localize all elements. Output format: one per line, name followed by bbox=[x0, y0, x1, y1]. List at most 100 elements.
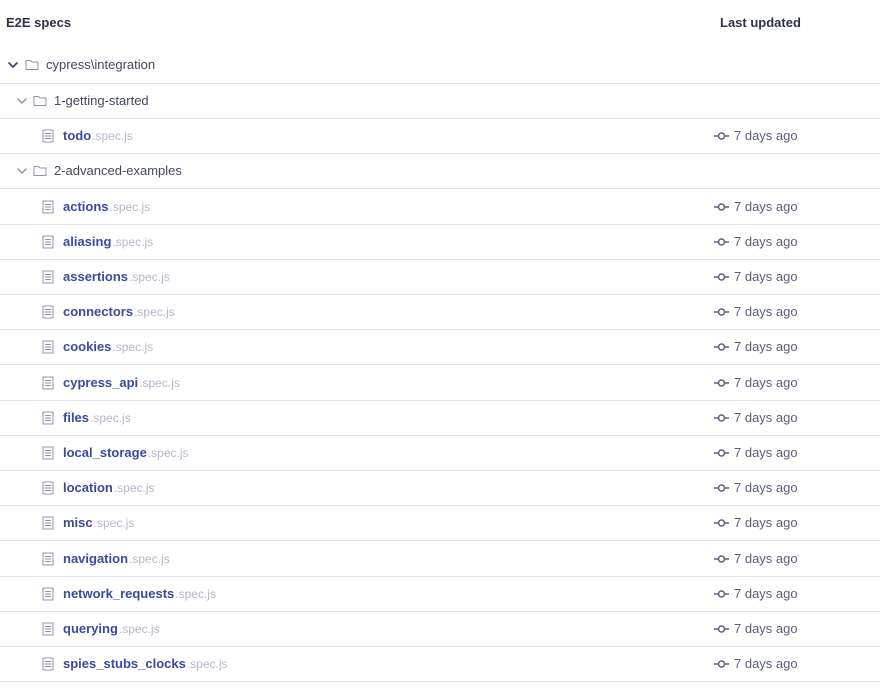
spec-row[interactable]: spies_stubs_clocks.spec.js 7 days ago bbox=[0, 647, 880, 682]
last-updated-cell: 7 days ago bbox=[714, 199, 798, 214]
spec-file-extension: .spec.js bbox=[112, 340, 154, 354]
spec-file-extension: .spec.js bbox=[113, 481, 155, 495]
spec-file-link[interactable]: navigation.spec.js bbox=[63, 551, 170, 566]
last-updated-column-header: Last updated bbox=[720, 15, 801, 30]
spec-file-link[interactable]: location.spec.js bbox=[63, 480, 155, 495]
last-updated-text: 7 days ago bbox=[734, 234, 798, 249]
chevron-down-icon[interactable] bbox=[6, 58, 20, 72]
spec-row[interactable]: assertions.spec.js 7 days ago bbox=[0, 260, 880, 295]
last-updated-cell: 7 days ago bbox=[714, 515, 798, 530]
spec-file-link[interactable]: todo.spec.js bbox=[63, 128, 133, 143]
spec-file-extension: .spec.js bbox=[139, 376, 180, 390]
last-updated-cell: 7 days ago bbox=[714, 445, 798, 460]
spec-row[interactable]: querying.spec.js 7 days ago bbox=[0, 612, 880, 647]
spec-row[interactable]: aliasing.spec.js 7 days ago bbox=[0, 225, 880, 260]
git-commit-icon bbox=[714, 237, 729, 246]
last-updated-cell: 7 days ago bbox=[714, 375, 798, 390]
spec-file-extension: .spec.js bbox=[175, 587, 216, 601]
spec-row[interactable]: local_storage.spec.js 7 days ago bbox=[0, 436, 880, 471]
git-commit-icon bbox=[714, 413, 729, 422]
last-updated-cell: 7 days ago bbox=[714, 410, 798, 425]
last-updated-cell: 7 days ago bbox=[714, 304, 798, 319]
spec-file-link[interactable]: querying.spec.js bbox=[63, 621, 160, 636]
spec-file-name: cookies bbox=[63, 339, 112, 354]
last-updated-cell: 7 days ago bbox=[714, 269, 798, 284]
spec-row[interactable]: todo.spec.js 7 days ago bbox=[0, 119, 880, 154]
last-updated-text: 7 days ago bbox=[734, 656, 798, 671]
document-icon bbox=[42, 305, 54, 319]
document-icon bbox=[42, 516, 54, 530]
git-commit-icon bbox=[714, 378, 729, 387]
git-commit-icon bbox=[714, 342, 729, 351]
spec-file-extension: .spec.js bbox=[147, 446, 189, 460]
git-commit-icon bbox=[714, 589, 729, 598]
spec-row[interactable]: actions.spec.js 7 days ago bbox=[0, 190, 880, 225]
page-title: E2E specs bbox=[6, 15, 72, 30]
git-commit-icon bbox=[714, 202, 729, 211]
spec-file-name: querying bbox=[63, 621, 118, 636]
last-updated-cell: 7 days ago bbox=[714, 621, 798, 636]
spec-file-link[interactable]: actions.spec.js bbox=[63, 199, 150, 214]
document-icon bbox=[42, 657, 54, 671]
document-icon bbox=[42, 587, 54, 601]
folder-icon bbox=[33, 166, 47, 176]
spec-file-extension: .spec.js bbox=[93, 516, 135, 530]
spec-file-link[interactable]: assertions.spec.js bbox=[63, 269, 170, 284]
spec-row[interactable]: connectors.spec.js 7 days ago bbox=[0, 295, 880, 330]
last-updated-text: 7 days ago bbox=[734, 339, 798, 354]
git-commit-icon bbox=[714, 307, 729, 316]
spec-file-link[interactable]: cookies.spec.js bbox=[63, 339, 153, 354]
spec-file-link[interactable]: files.spec.js bbox=[63, 410, 131, 425]
git-commit-icon bbox=[714, 659, 729, 668]
spec-file-link[interactable]: misc.spec.js bbox=[63, 515, 134, 530]
last-updated-cell: 7 days ago bbox=[714, 551, 798, 566]
spec-row[interactable]: location.spec.js 7 days ago bbox=[0, 471, 880, 506]
last-updated-text: 7 days ago bbox=[734, 304, 798, 319]
git-commit-icon bbox=[714, 483, 729, 492]
last-updated-cell: 7 days ago bbox=[714, 234, 798, 249]
git-commit-icon bbox=[714, 554, 729, 563]
git-commit-icon bbox=[714, 448, 729, 457]
spec-row[interactable]: cookies.spec.js 7 days ago bbox=[0, 330, 880, 365]
spec-file-link[interactable]: local_storage.spec.js bbox=[63, 445, 189, 460]
spec-row[interactable]: network_requests.spec.js 7 days ago bbox=[0, 577, 880, 612]
spec-file-name: navigation bbox=[63, 551, 129, 566]
folder-label: 2-advanced-examples bbox=[54, 163, 182, 178]
spec-file-name: files bbox=[63, 410, 90, 425]
document-icon bbox=[42, 622, 54, 636]
spec-file-extension: .spec.js bbox=[118, 622, 160, 636]
spec-file-name: assertions bbox=[63, 269, 129, 284]
last-updated-cell: 7 days ago bbox=[714, 480, 798, 495]
folder-icon bbox=[25, 60, 39, 70]
git-commit-icon bbox=[714, 272, 729, 281]
spec-file-link[interactable]: network_requests.spec.js bbox=[63, 586, 216, 601]
spec-file-link[interactable]: cypress_api.spec.js bbox=[63, 375, 180, 390]
chevron-down-icon[interactable] bbox=[15, 164, 29, 178]
document-icon bbox=[42, 129, 54, 143]
spec-row[interactable]: files.spec.js 7 days ago bbox=[0, 401, 880, 436]
last-updated-text: 7 days ago bbox=[734, 128, 798, 143]
last-updated-text: 7 days ago bbox=[734, 551, 798, 566]
folder-row[interactable]: 1-getting-started bbox=[0, 84, 880, 119]
spec-row[interactable]: cypress_api.spec.js 7 days ago bbox=[0, 366, 880, 401]
spec-file-extension: .spec.js bbox=[109, 200, 151, 214]
spec-row[interactable]: misc.spec.js 7 days ago bbox=[0, 506, 880, 541]
spec-file-link[interactable]: spies_stubs_clocks.spec.js bbox=[63, 656, 228, 671]
git-commit-icon bbox=[714, 624, 729, 633]
document-icon bbox=[42, 235, 54, 249]
specs-header: E2E specs Last updated bbox=[0, 0, 880, 46]
spec-file-name: cypress_api bbox=[63, 375, 139, 390]
spec-file-link[interactable]: connectors.spec.js bbox=[63, 304, 175, 319]
document-icon bbox=[42, 446, 54, 460]
last-updated-cell: 7 days ago bbox=[714, 339, 798, 354]
spec-file-name: network_requests bbox=[63, 586, 175, 601]
folder-icon bbox=[33, 96, 47, 106]
spec-file-link[interactable]: aliasing.spec.js bbox=[63, 234, 153, 249]
folder-row[interactable]: 2-advanced-examples bbox=[0, 154, 880, 189]
spec-file-name: location bbox=[63, 480, 113, 495]
folder-row-root[interactable]: cypress\integration bbox=[0, 48, 880, 84]
chevron-down-icon[interactable] bbox=[15, 94, 29, 108]
spec-file-name: todo bbox=[63, 128, 92, 143]
spec-row[interactable]: navigation.spec.js 7 days ago bbox=[0, 542, 880, 577]
spec-file-name: spies_stubs_clocks bbox=[63, 656, 186, 671]
